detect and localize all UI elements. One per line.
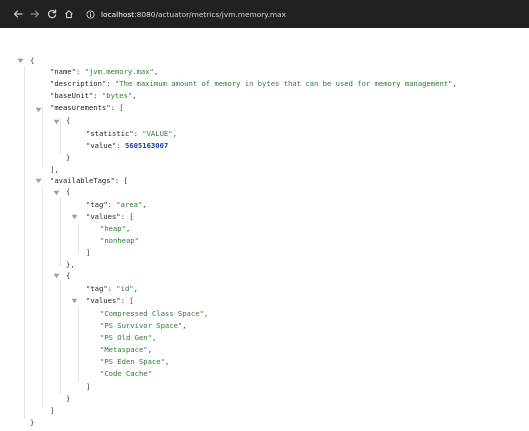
json-line-array-item: "Compressed Class Space", [100,309,209,318]
collapse-toggle-root[interactable] [16,56,25,65]
collapse-toggle-measurements[interactable] [34,105,43,114]
json-line-description: "description": "The maximum amount of me… [50,79,457,88]
measurement-value: 5605163007 [124,141,169,150]
collapse-toggle-tag-1-values[interactable] [70,296,79,305]
collapse-triangle-icon [71,214,78,219]
home-button[interactable] [62,0,76,28]
json-line-values: "values": [ [86,212,134,221]
name-value: jvm.memory.max [88,67,150,76]
json-line-name: "name": "jvm.memory.max", [50,67,159,76]
collapse-triangle-icon [71,298,78,303]
collapse-triangle-icon [53,273,60,278]
json-line-array-item: "PS Old Gen", [100,333,157,342]
arrow-right-icon [30,10,40,18]
collapse-triangle-icon [35,107,42,112]
tag-value: area [120,200,138,209]
json-line-availabletags: "availableTags": [ [50,176,128,185]
json-line-array-item: "PS Survivor Space", [100,321,187,330]
json-line-array-item: "Metaspace", [100,345,152,354]
url-path: :8080/actuator/metrics/jvm.memory.max [134,9,287,19]
collapse-toggle-tag-0-values[interactable] [70,212,79,221]
json-line-tag-id: "tag": "id", [86,284,138,293]
json-line-measurements: "measurements": [ [50,103,124,112]
indent-guide [60,197,61,267]
indent-guide [60,281,61,394]
json-line: ] [86,248,91,257]
collapse-toggle-tag-1[interactable] [52,271,61,280]
json-line: } [66,153,71,162]
json-line-array-item: "nonheap" [100,236,139,245]
json-line: }, [66,260,75,269]
statistic-value: VALUE [146,129,169,138]
arrow-left-icon [13,10,23,18]
collapse-toggle-measurement-0[interactable] [52,117,61,126]
json-line: } [66,394,71,403]
forward-button[interactable] [28,0,42,28]
site-info-icon[interactable] [86,9,95,19]
collapse-triangle-icon [53,190,60,195]
json-line: ] [86,382,91,391]
collapse-toggle-tag-0[interactable] [52,188,61,197]
json-line: ] [50,406,55,415]
url-host: localhost [101,9,135,19]
indent-guide [78,223,79,253]
collapse-toggle-availabletags[interactable] [34,176,43,185]
json-line: } [30,418,35,427]
json-line-baseunit: "baseUnit": "bytes", [50,91,137,100]
indent-guide [42,187,43,407]
description-value: The maximum amount of memory in bytes th… [119,79,449,88]
json-line: { [30,56,35,65]
browser-toolbar: localhost:8080/actuator/metrics/jvm.memo… [0,0,529,28]
json-line: { [66,187,71,196]
indent-guide [24,66,25,419]
baseunit-value: bytes [106,91,128,100]
collapse-triangle-icon [35,178,42,183]
json-line-statistic: "statistic": "VALUE", [86,129,177,138]
collapse-triangle-icon [17,58,24,63]
address-bar[interactable]: localhost:8080/actuator/metrics/jvm.memo… [86,6,286,22]
url-text[interactable]: localhost:8080/actuator/metrics/jvm.memo… [101,10,286,19]
json-line-values: "values": [ [86,296,134,305]
json-line: ], [50,165,59,174]
json-line-array-item: "PS Eden Space", [100,357,170,366]
json-line-value: "value": 5605163007 [86,141,169,150]
json-line: { [66,271,71,280]
indent-guide [42,106,43,166]
tag-value: id [120,284,130,293]
home-icon [65,10,73,19]
json-line-tag-area: "tag": "area", [86,200,147,209]
json-line: { [66,116,71,125]
collapse-triangle-icon [53,119,60,124]
json-line-array-item: "Code Cache" [100,369,152,378]
back-button[interactable] [11,0,25,28]
reload-button[interactable] [45,0,59,28]
json-viewer: { "name": "jvm.memory.max", "description… [0,28,529,431]
reload-icon [47,9,57,19]
indent-guide [78,307,79,382]
json-line-array-item: "heap", [100,224,131,233]
